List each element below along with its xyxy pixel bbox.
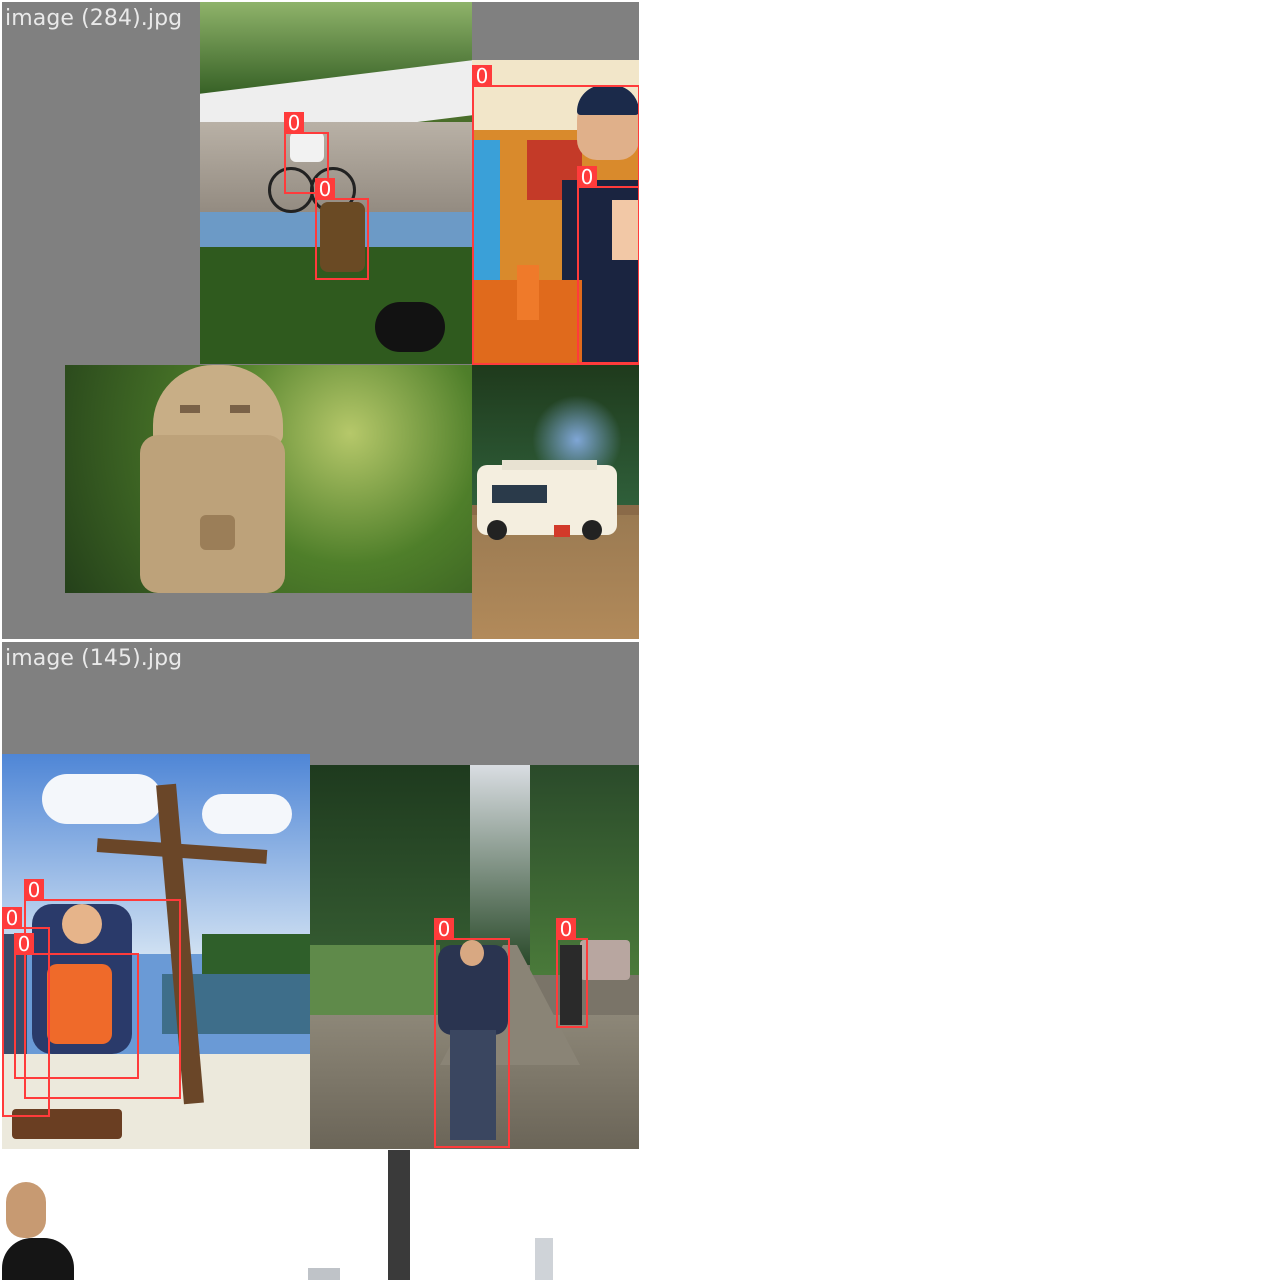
pole [388, 1150, 410, 1280]
photo-partial-bottom [2, 1150, 639, 1280]
photo-camper-van [472, 365, 639, 639]
mannequin-body [2, 1238, 74, 1280]
detection-box-walker: 0 [434, 918, 510, 1148]
mosaic-tile-2: image (145).jpg 0 0 0 0 0 [2, 642, 639, 1149]
mannequin-head [6, 1182, 46, 1238]
detection-class-tag: 0 [315, 178, 335, 200]
detection-box-distant-person: 0 [556, 918, 588, 1028]
mosaic-tile-1: image (284).jpg 0 0 0 0 [2, 2, 639, 639]
distant-tower [535, 1238, 553, 1280]
photo-stone-statue [65, 365, 472, 593]
photo-velodrome [200, 2, 472, 364]
detection-class-tag: 0 [577, 166, 597, 188]
detection-class-tag: 0 [472, 65, 492, 87]
detection-class-tag: 0 [434, 918, 454, 940]
detection-class-tag: 0 [14, 933, 34, 955]
detection-class-tag: 0 [24, 879, 44, 901]
mosaic-filename-label: image (284).jpg [5, 6, 183, 31]
detection-class-tag: 0 [284, 112, 304, 134]
detection-box-photographer: 0 [315, 178, 369, 280]
detection-class-tag: 0 [2, 907, 22, 929]
detection-box-child: 0 [577, 166, 639, 364]
mosaic-filename-label: image (145).jpg [5, 646, 183, 671]
detection-class-tag: 0 [556, 918, 576, 940]
detection-box-toddler: 0 [14, 933, 139, 1079]
distant-crane [308, 1268, 340, 1280]
